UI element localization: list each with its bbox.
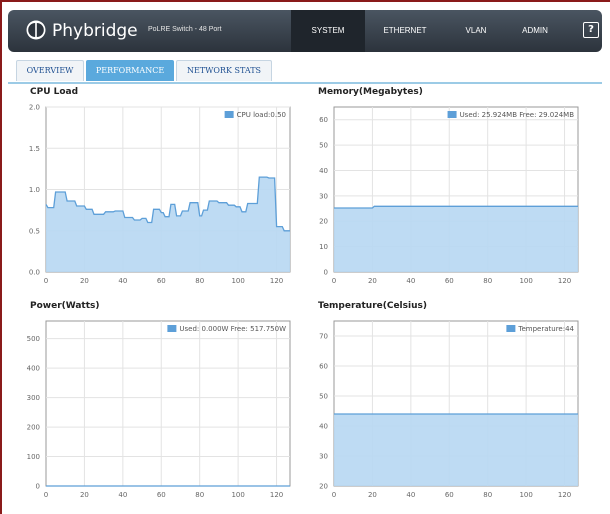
cpu-load-x-tick-label: 0: [44, 277, 48, 285]
power-y-tick-label: 500: [27, 335, 40, 343]
tab-network-stats[interactable]: NETWORK STATS: [176, 60, 272, 81]
cpu-load-legend-label: CPU load:0.50: [237, 111, 286, 119]
cpu-load-x-tick-label: 120: [270, 277, 283, 285]
power-y-tick-label: 100: [27, 453, 40, 461]
power-y-tick-label: 200: [27, 424, 40, 432]
memory-y-tick-label: 60: [319, 116, 328, 124]
memory-y-tick-label: 10: [319, 243, 328, 251]
power-x-tick-label: 100: [231, 491, 244, 499]
memory-title: Memory(Megabytes): [318, 87, 423, 97]
memory-x-tick-label: 80: [483, 277, 492, 285]
phybridge-logo-icon: [26, 20, 46, 40]
cpu-load-x-tick-label: 40: [118, 277, 127, 285]
tab-performance[interactable]: PERFORMANCE: [86, 60, 174, 81]
power-x-tick-label: 80: [195, 491, 204, 499]
cpu-load-x-tick-label: 60: [157, 277, 166, 285]
temperature-area: [334, 414, 578, 486]
temperature-x-tick-label: 20: [368, 491, 377, 499]
memory-x-tick-label: 20: [368, 277, 377, 285]
power-x-tick-label: 20: [80, 491, 89, 499]
power-plot-area: [45, 320, 291, 487]
memory-y-tick-label: 50: [319, 142, 328, 150]
nav-vlan[interactable]: VLAN: [448, 10, 504, 52]
temperature-y-tick-label: 50: [319, 393, 328, 401]
memory-chart: 0 20 40 60 80 100 120 0 10 20 30 40 50 60 Used: 25.924…: [319, 106, 579, 285]
cpu-load-title: CPU Load: [30, 87, 79, 97]
temperature-y-tick-label: 60: [319, 363, 328, 371]
temperature-x-tick-label: 60: [445, 491, 454, 499]
power-title: Power(Watts): [30, 301, 100, 311]
cpu-load-y-tick-label: 1.5: [29, 145, 40, 153]
temperature-x-tick-label: 120: [558, 491, 571, 499]
memory-x-tick-label: 100: [519, 277, 532, 285]
help-icon[interactable]: ?: [583, 22, 599, 38]
power-legend-swatch: [167, 325, 177, 332]
cpu-load-y-tick-label: 2.0: [29, 104, 40, 112]
temperature-y-tick-label: 20: [319, 483, 328, 491]
power-x-tick-label: 120: [270, 491, 283, 499]
memory-x-tick-label: 0: [332, 277, 336, 285]
cpu-load-y-tick-label: 1.0: [29, 186, 40, 194]
memory-legend-swatch: [447, 111, 457, 118]
temperature-y-tick-label: 30: [319, 453, 328, 461]
top-nav-bar: Phybridge PoLRE Switch - 48 Port SYSTEM …: [8, 10, 602, 52]
memory-y-tick-label: 20: [319, 218, 328, 226]
cpu-load-chart: 0 20 40 60 80 100 120 0.0 0.5 1.0 1.5 2.0 CPU load:0…: [29, 104, 291, 285]
temperature-legend-swatch: [506, 325, 516, 332]
temperature-chart: 0 20 40 60 80 100 120 20 30 40 50 60 70 Temperature:4…: [319, 320, 579, 499]
cpu-load-x-tick-label: 100: [231, 277, 244, 285]
memory-area: [334, 206, 578, 272]
power-y-tick-label: 400: [27, 365, 40, 373]
memory-y-tick-label: 30: [319, 192, 328, 200]
power-legend-label: Used: 0.000W Free: 517.750W: [179, 325, 286, 333]
temperature-title: Temperature(Celsius): [318, 301, 427, 311]
power-chart: 0 20 40 60 80 100 120 0 100 200 300 400 500 Used: 0.0…: [27, 320, 291, 499]
power-y-tick-label: 300: [27, 394, 40, 402]
memory-y-tick-label: 0: [324, 269, 328, 277]
temperature-y-tick-label: 70: [319, 333, 328, 341]
memory-x-tick-label: 120: [558, 277, 571, 285]
memory-legend-label: Used: 25.924MB Free: 29.024MB: [460, 111, 575, 119]
temperature-x-tick-label: 40: [406, 491, 415, 499]
cpu-load-y-tick-label: 0.5: [29, 227, 40, 235]
power-y-tick-label: 0: [36, 483, 40, 491]
memory-y-tick-label: 40: [319, 167, 328, 175]
brand-name: Phybridge: [52, 21, 138, 41]
temperature-legend-label: Temperature:44: [517, 325, 574, 333]
device-subtitle: PoLRE Switch - 48 Port: [148, 26, 222, 33]
nav-ethernet[interactable]: ETHERNET: [368, 10, 442, 52]
memory-x-tick-label: 40: [406, 277, 415, 285]
tab-bar: OVERVIEW PERFORMANCE NETWORK STATS: [8, 56, 602, 84]
tab-overview[interactable]: OVERVIEW: [16, 60, 84, 81]
cpu-load-legend-swatch: [224, 111, 234, 118]
temperature-x-tick-label: 0: [332, 491, 336, 499]
temperature-x-tick-label: 100: [519, 491, 532, 499]
cpu-load-y-tick-label: 0.0: [29, 269, 40, 277]
cpu-load-x-tick-label: 20: [80, 277, 89, 285]
power-x-tick-label: 60: [157, 491, 166, 499]
temperature-y-tick-label: 40: [319, 423, 328, 431]
memory-x-tick-label: 60: [445, 277, 454, 285]
nav-admin[interactable]: ADMIN: [506, 10, 564, 52]
power-x-tick-label: 0: [44, 491, 48, 499]
nav-system[interactable]: SYSTEM: [291, 10, 365, 52]
cpu-load-x-tick-label: 80: [195, 277, 204, 285]
power-x-tick-label: 40: [118, 491, 127, 499]
temperature-x-tick-label: 80: [483, 491, 492, 499]
